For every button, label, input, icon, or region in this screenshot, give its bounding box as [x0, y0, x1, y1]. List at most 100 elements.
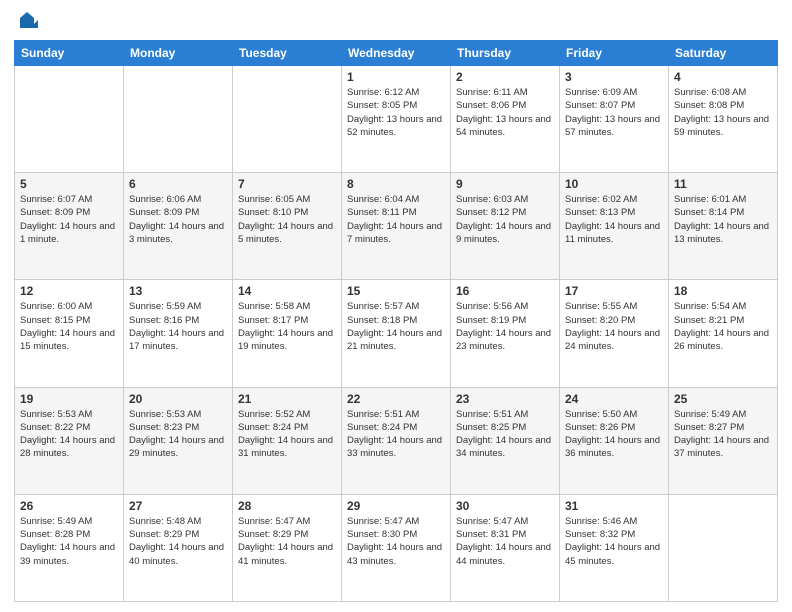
- calendar-cell: 1Sunrise: 6:12 AMSunset: 8:05 PMDaylight…: [342, 66, 451, 173]
- calendar-cell: 9 Sunrise: 6:03 AMSunset: 8:12 PMDaylight…: [451, 173, 560, 280]
- calendar-cell: 24 Sunrise: 5:50 AMSunset: 8:26 PMDayligh…: [560, 387, 669, 494]
- day-info: Sunrise: 6:06 AMSunset: 8:09 PMDaylight:…: [129, 193, 227, 246]
- day-number: 21: [238, 392, 336, 406]
- day-info: Sunrise: 5:52 AMSunset: 8:24 PMDaylight:…: [238, 408, 336, 461]
- calendar-cell: 25Sunrise: 5:49 AMSunset: 8:27 PMDayligh…: [669, 387, 778, 494]
- day-number: 4: [674, 70, 772, 84]
- day-info: Sunrise: 5:48 AMSunset: 8:29 PMDaylight:…: [129, 515, 227, 568]
- day-info: Sunrise: 5:47 AMSunset: 8:30 PMDaylight:…: [347, 515, 445, 568]
- calendar-cell: 22 Sunrise: 5:51 AMSunset: 8:24 PMDayligh…: [342, 387, 451, 494]
- day-info: Sunrise: 5:53 AMSunset: 8:22 PMDaylight:…: [20, 408, 118, 461]
- weekday-header-sunday: Sunday: [15, 41, 124, 66]
- calendar-cell: 19 Sunrise: 5:53 AMSunset: 8:22 PMDayligh…: [15, 387, 124, 494]
- header: [14, 10, 778, 32]
- calendar-cell: 15Sunrise: 5:57 AMSunset: 8:18 PMDayligh…: [342, 280, 451, 387]
- day-info: Sunrise: 6:04 AMSunset: 8:11 PMDaylight:…: [347, 193, 445, 246]
- day-number: 31: [565, 499, 663, 513]
- day-info: Sunrise: 5:51 AMSunset: 8:25 PMDaylight:…: [456, 408, 554, 461]
- calendar-cell: 14 Sunrise: 5:58 AMSunset: 8:17 PMDayligh…: [233, 280, 342, 387]
- calendar-table: SundayMondayTuesdayWednesdayThursdayFrid…: [14, 40, 778, 602]
- day-info: Sunrise: 6:03 AMSunset: 8:12 PMDaylight:…: [456, 193, 554, 246]
- day-info: Sunrise: 5:46 AMSunset: 8:32 PMDaylight:…: [565, 515, 663, 568]
- calendar-cell: 28 Sunrise: 5:47 AMSunset: 8:29 PMDayligh…: [233, 494, 342, 601]
- calendar-cell: [669, 494, 778, 601]
- day-number: 18: [674, 284, 772, 298]
- calendar-week-row: 12 Sunrise: 6:00 AMSunset: 8:15 PMDayligh…: [15, 280, 778, 387]
- calendar-cell: 30 Sunrise: 5:47 AMSunset: 8:31 PMDayligh…: [451, 494, 560, 601]
- calendar-cell: 12 Sunrise: 6:00 AMSunset: 8:15 PMDayligh…: [15, 280, 124, 387]
- day-info: Sunrise: 5:49 AMSunset: 8:28 PMDaylight:…: [20, 515, 118, 568]
- day-number: 10: [565, 177, 663, 191]
- calendar-cell: 29 Sunrise: 5:47 AMSunset: 8:30 PMDayligh…: [342, 494, 451, 601]
- calendar-week-row: 1Sunrise: 6:12 AMSunset: 8:05 PMDaylight…: [15, 66, 778, 173]
- calendar-cell: 11 Sunrise: 6:01 AMSunset: 8:14 PMDayligh…: [669, 173, 778, 280]
- day-number: 24: [565, 392, 663, 406]
- calendar-cell: [233, 66, 342, 173]
- day-info: Sunrise: 5:54 AMSunset: 8:21 PMDaylight:…: [674, 300, 772, 353]
- day-info: Sunrise: 5:59 AMSunset: 8:16 PMDaylight:…: [129, 300, 227, 353]
- calendar-cell: 17 Sunrise: 5:55 AMSunset: 8:20 PMDayligh…: [560, 280, 669, 387]
- calendar-week-row: 26 Sunrise: 5:49 AMSunset: 8:28 PMDayligh…: [15, 494, 778, 601]
- day-number: 29: [347, 499, 445, 513]
- weekday-header-row: SundayMondayTuesdayWednesdayThursdayFrid…: [15, 41, 778, 66]
- calendar-cell: 20 Sunrise: 5:53 AMSunset: 8:23 PMDayligh…: [124, 387, 233, 494]
- day-info: Sunrise: 5:58 AMSunset: 8:17 PMDaylight:…: [238, 300, 336, 353]
- calendar-cell: 13 Sunrise: 5:59 AMSunset: 8:16 PMDayligh…: [124, 280, 233, 387]
- calendar-cell: 5 Sunrise: 6:07 AMSunset: 8:09 PMDaylight…: [15, 173, 124, 280]
- day-number: 22: [347, 392, 445, 406]
- calendar-week-row: 5 Sunrise: 6:07 AMSunset: 8:09 PMDaylight…: [15, 173, 778, 280]
- weekday-header-monday: Monday: [124, 41, 233, 66]
- day-info: Sunrise: 5:47 AMSunset: 8:29 PMDaylight:…: [238, 515, 336, 568]
- calendar-cell: 10 Sunrise: 6:02 AMSunset: 8:13 PMDayligh…: [560, 173, 669, 280]
- day-info: Sunrise: 6:09 AMSunset: 8:07 PMDaylight:…: [565, 86, 663, 139]
- day-number: 27: [129, 499, 227, 513]
- day-info: Sunrise: 6:08 AMSunset: 8:08 PMDaylight:…: [674, 86, 772, 139]
- day-number: 6: [129, 177, 227, 191]
- calendar-cell: 3 Sunrise: 6:09 AMSunset: 8:07 PMDaylight…: [560, 66, 669, 173]
- day-number: 20: [129, 392, 227, 406]
- calendar-cell: 31 Sunrise: 5:46 AMSunset: 8:32 PMDayligh…: [560, 494, 669, 601]
- day-number: 8: [347, 177, 445, 191]
- calendar-cell: 7Sunrise: 6:05 AMSunset: 8:10 PMDaylight…: [233, 173, 342, 280]
- day-number: 11: [674, 177, 772, 191]
- day-number: 5: [20, 177, 118, 191]
- day-number: 19: [20, 392, 118, 406]
- day-number: 26: [20, 499, 118, 513]
- calendar-cell: 2Sunrise: 6:11 AMSunset: 8:06 PMDaylight…: [451, 66, 560, 173]
- calendar-cell: 27 Sunrise: 5:48 AMSunset: 8:29 PMDayligh…: [124, 494, 233, 601]
- day-number: 12: [20, 284, 118, 298]
- calendar-cell: [124, 66, 233, 173]
- day-info: Sunrise: 6:07 AMSunset: 8:09 PMDaylight:…: [20, 193, 118, 246]
- day-number: 30: [456, 499, 554, 513]
- day-number: 13: [129, 284, 227, 298]
- day-number: 14: [238, 284, 336, 298]
- day-number: 23: [456, 392, 554, 406]
- day-info: Sunrise: 5:56 AMSunset: 8:19 PMDaylight:…: [456, 300, 554, 353]
- day-number: 3: [565, 70, 663, 84]
- day-info: Sunrise: 5:51 AMSunset: 8:24 PMDaylight:…: [347, 408, 445, 461]
- weekday-header-wednesday: Wednesday: [342, 41, 451, 66]
- day-number: 7: [238, 177, 336, 191]
- page: SundayMondayTuesdayWednesdayThursdayFrid…: [0, 0, 792, 612]
- weekday-header-thursday: Thursday: [451, 41, 560, 66]
- calendar-cell: [15, 66, 124, 173]
- day-info: Sunrise: 6:01 AMSunset: 8:14 PMDaylight:…: [674, 193, 772, 246]
- weekday-header-tuesday: Tuesday: [233, 41, 342, 66]
- day-info: Sunrise: 5:55 AMSunset: 8:20 PMDaylight:…: [565, 300, 663, 353]
- calendar-week-row: 19 Sunrise: 5:53 AMSunset: 8:22 PMDayligh…: [15, 387, 778, 494]
- day-info: Sunrise: 5:47 AMSunset: 8:31 PMDaylight:…: [456, 515, 554, 568]
- weekday-header-saturday: Saturday: [669, 41, 778, 66]
- logo: [14, 10, 38, 32]
- day-number: 17: [565, 284, 663, 298]
- day-info: Sunrise: 6:11 AMSunset: 8:06 PMDaylight:…: [456, 86, 554, 139]
- day-info: Sunrise: 6:00 AMSunset: 8:15 PMDaylight:…: [20, 300, 118, 353]
- day-info: Sunrise: 6:02 AMSunset: 8:13 PMDaylight:…: [565, 193, 663, 246]
- day-number: 16: [456, 284, 554, 298]
- calendar-cell: 26 Sunrise: 5:49 AMSunset: 8:28 PMDayligh…: [15, 494, 124, 601]
- day-number: 9: [456, 177, 554, 191]
- calendar-cell: 23 Sunrise: 5:51 AMSunset: 8:25 PMDayligh…: [451, 387, 560, 494]
- day-info: Sunrise: 5:53 AMSunset: 8:23 PMDaylight:…: [129, 408, 227, 461]
- day-info: Sunrise: 5:50 AMSunset: 8:26 PMDaylight:…: [565, 408, 663, 461]
- day-number: 15: [347, 284, 445, 298]
- day-number: 28: [238, 499, 336, 513]
